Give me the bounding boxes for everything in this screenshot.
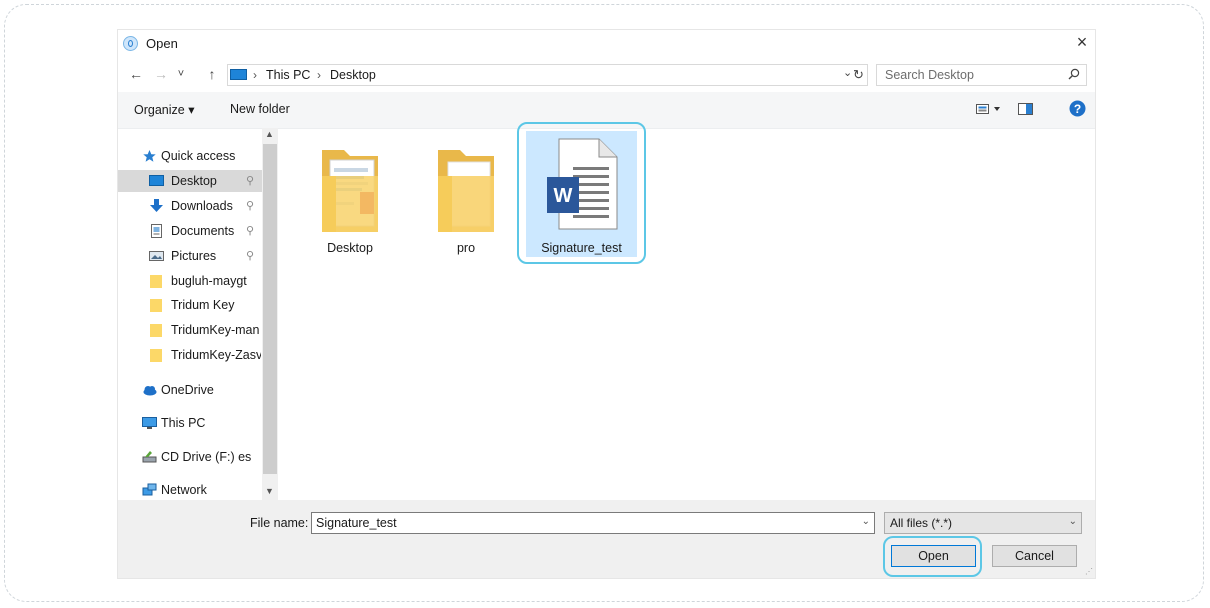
- scroll-down-icon[interactable]: ▼: [265, 486, 274, 496]
- sidebar-item-bugluh-maygt[interactable]: bugluh-maygt: [118, 270, 262, 292]
- resize-grip-icon[interactable]: ⋰: [1085, 567, 1093, 576]
- sidebar-item-desktop[interactable]: Desktop ⚲: [118, 170, 262, 192]
- sidebar-item-onedrive[interactable]: OneDrive: [118, 379, 262, 401]
- cancel-button[interactable]: Cancel: [992, 545, 1077, 567]
- pin-icon[interactable]: ⚲: [246, 249, 254, 262]
- sidebar-item-network[interactable]: Network: [118, 479, 262, 501]
- folder-icon: [150, 349, 162, 362]
- sidebar-item-documents[interactable]: Documents ⚲: [118, 220, 262, 242]
- search-icon: [1068, 68, 1080, 80]
- sidebar-item-this-pc[interactable]: This PC: [118, 412, 262, 434]
- chevron-down-icon[interactable]: ⌄: [1069, 516, 1077, 527]
- pin-icon[interactable]: ⚲: [246, 199, 254, 212]
- pin-icon[interactable]: ⚲: [246, 224, 254, 237]
- file-name-field-label: File name:: [250, 516, 309, 530]
- navigation-pane: Quick access Desktop ⚲ Downloads ⚲ Docum…: [118, 128, 278, 500]
- folder-icon: [150, 299, 162, 312]
- new-folder-button[interactable]: New folder: [230, 102, 290, 116]
- file-list-pane: Desktop pro W Signature_test: [278, 122, 1095, 500]
- breadcrumb-desktop[interactable]: Desktop: [330, 68, 376, 82]
- dialog-title: Open: [146, 36, 178, 51]
- folder-icon: [322, 150, 378, 232]
- sidebar-item-cd-drive[interactable]: CD Drive (F:) es20(: [118, 446, 262, 468]
- sidebar-item-tridumkey-man[interactable]: TridumKey-man: [118, 319, 262, 341]
- sidebar-item-label: TridumKey-Zasv: [171, 348, 261, 362]
- back-button[interactable]: ←: [128, 66, 144, 82]
- up-button[interactable]: ↑: [204, 66, 220, 82]
- file-name-field[interactable]: Signature_test ⌄: [311, 512, 875, 534]
- sidebar-item-label: TridumKey-man: [171, 323, 260, 337]
- pin-icon[interactable]: ⚲: [246, 174, 254, 187]
- dialog-footer: File name: Signature_test ⌄ All files (*…: [118, 500, 1095, 578]
- sidebar-item-tridumkey-zasv[interactable]: TridumKey-Zasv: [118, 344, 262, 366]
- app-icon: [123, 36, 138, 51]
- breadcrumb-separator: ›: [317, 68, 321, 82]
- network-icon: [142, 483, 157, 496]
- word-document-icon: W: [547, 138, 618, 230]
- folder-icon: [438, 150, 494, 232]
- sidebar-item-downloads[interactable]: Downloads ⚲: [118, 195, 262, 217]
- pictures-icon: [149, 251, 164, 261]
- sidebar-item-label: Network: [161, 483, 207, 497]
- organize-menu[interactable]: Organize ▾: [134, 102, 194, 117]
- breadcrumb-this-pc[interactable]: This PC: [266, 68, 310, 82]
- preview-pane-icon[interactable]: [1018, 103, 1034, 115]
- file-name-label: pro: [456, 241, 476, 255]
- chevron-down-icon[interactable]: ⌄: [862, 516, 870, 527]
- refresh-icon[interactable]: ↻: [853, 67, 864, 83]
- scroll-thumb[interactable]: [263, 144, 277, 474]
- documents-icon: [151, 224, 162, 238]
- address-bar[interactable]: › This PC › Desktop: [227, 64, 868, 86]
- sidebar-item-label: Quick access: [161, 149, 236, 163]
- file-item-desktop[interactable]: Desktop: [295, 136, 405, 256]
- sidebar-item-tridum-key[interactable]: Tridum Key: [118, 294, 262, 316]
- file-type-value: All files (*.*): [890, 516, 953, 530]
- sidebar-item-label: OneDrive: [161, 383, 214, 397]
- forward-button[interactable]: →: [153, 66, 169, 82]
- command-toolbar: Organize ▾ New folder ?: [118, 92, 1095, 129]
- sidebar-item-label: This PC: [161, 416, 206, 430]
- computer-icon: [230, 69, 247, 80]
- file-name-label: Desktop: [327, 241, 373, 255]
- file-item-signature-test[interactable]: W Signature_test: [526, 131, 637, 257]
- desktop-icon: [149, 175, 164, 186]
- download-icon: [150, 199, 163, 212]
- svg-text:W: W: [554, 185, 573, 207]
- folder-icon: [150, 324, 162, 337]
- breadcrumb-separator: ›: [253, 68, 257, 82]
- file-name-label: Signature_test: [541, 241, 622, 255]
- help-icon[interactable]: ?: [1069, 100, 1086, 117]
- sidebar-item-label: bugluh-maygt: [171, 274, 247, 288]
- file-name-value: Signature_test: [316, 516, 397, 530]
- navigation-scrollbar[interactable]: ▲ ▼: [262, 128, 278, 500]
- svg-text:?: ?: [1074, 102, 1081, 116]
- search-placeholder: Search Desktop: [885, 68, 974, 82]
- open-button[interactable]: Open: [891, 545, 976, 567]
- sidebar-item-label: Tridum Key: [171, 298, 235, 312]
- recent-locations-button[interactable]: ˅: [173, 68, 189, 80]
- cloud-icon: [143, 386, 157, 396]
- cd-drive-icon: [142, 451, 157, 463]
- file-item-pro[interactable]: pro: [411, 136, 521, 256]
- view-options-icon[interactable]: [976, 103, 1002, 115]
- star-icon: [143, 150, 156, 162]
- file-type-select[interactable]: All files (*.*) ⌄: [884, 512, 1082, 534]
- sidebar-item-label: CD Drive (F:) es20(: [161, 450, 251, 464]
- open-file-dialog: Open × ← → ˅ ↑ › This PC › Desktop ⌄ ↻ S…: [118, 30, 1095, 578]
- computer-icon: [142, 417, 157, 429]
- address-dropdown-icon[interactable]: ⌄: [843, 66, 852, 79]
- sidebar-item-quick-access[interactable]: Quick access: [118, 145, 262, 167]
- search-input[interactable]: Search Desktop: [876, 64, 1087, 86]
- scroll-up-icon[interactable]: ▲: [265, 129, 274, 139]
- close-icon[interactable]: ×: [1073, 32, 1091, 53]
- sidebar-item-pictures[interactable]: Pictures ⚲: [118, 245, 262, 267]
- folder-icon: [150, 275, 162, 288]
- title-bar: Open ×: [118, 30, 1095, 60]
